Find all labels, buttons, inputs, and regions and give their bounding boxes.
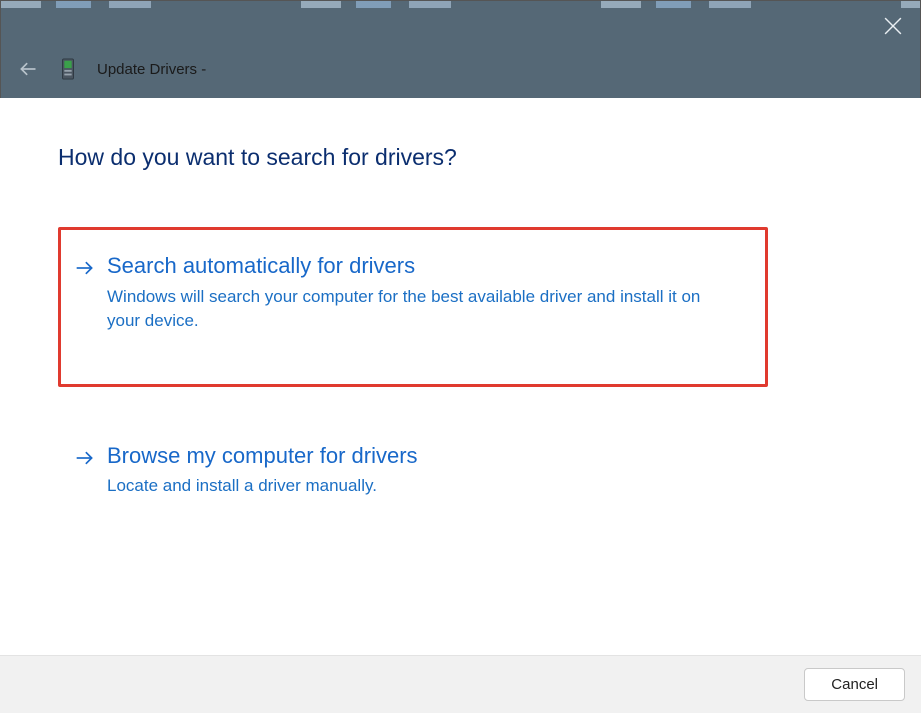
back-button xyxy=(17,58,39,80)
close-icon xyxy=(884,17,902,35)
dialog-panel: How do you want to search for drivers? S… xyxy=(0,98,921,713)
option-description: Windows will search your computer for th… xyxy=(107,285,727,334)
option-browse-computer[interactable]: Browse my computer for drivers Locate an… xyxy=(58,417,768,524)
page-heading: How do you want to search for drivers? xyxy=(58,144,863,171)
arrow-right-icon xyxy=(75,259,95,282)
window-edge-fragments xyxy=(1,1,920,8)
titlebar: Update Drivers - xyxy=(1,1,920,99)
device-icon xyxy=(57,58,79,80)
close-button[interactable] xyxy=(884,17,902,35)
option-title: Search automatically for drivers xyxy=(107,252,745,281)
dialog-footer: Cancel xyxy=(0,655,921,713)
cancel-button[interactable]: Cancel xyxy=(804,668,905,701)
option-search-automatically[interactable]: Search automatically for drivers Windows… xyxy=(58,227,768,387)
back-arrow-icon xyxy=(18,59,38,79)
window-title: Update Drivers - xyxy=(97,61,206,78)
option-description: Locate and install a driver manually. xyxy=(107,474,727,499)
arrow-right-icon xyxy=(75,449,95,472)
option-title: Browse my computer for drivers xyxy=(107,442,745,471)
